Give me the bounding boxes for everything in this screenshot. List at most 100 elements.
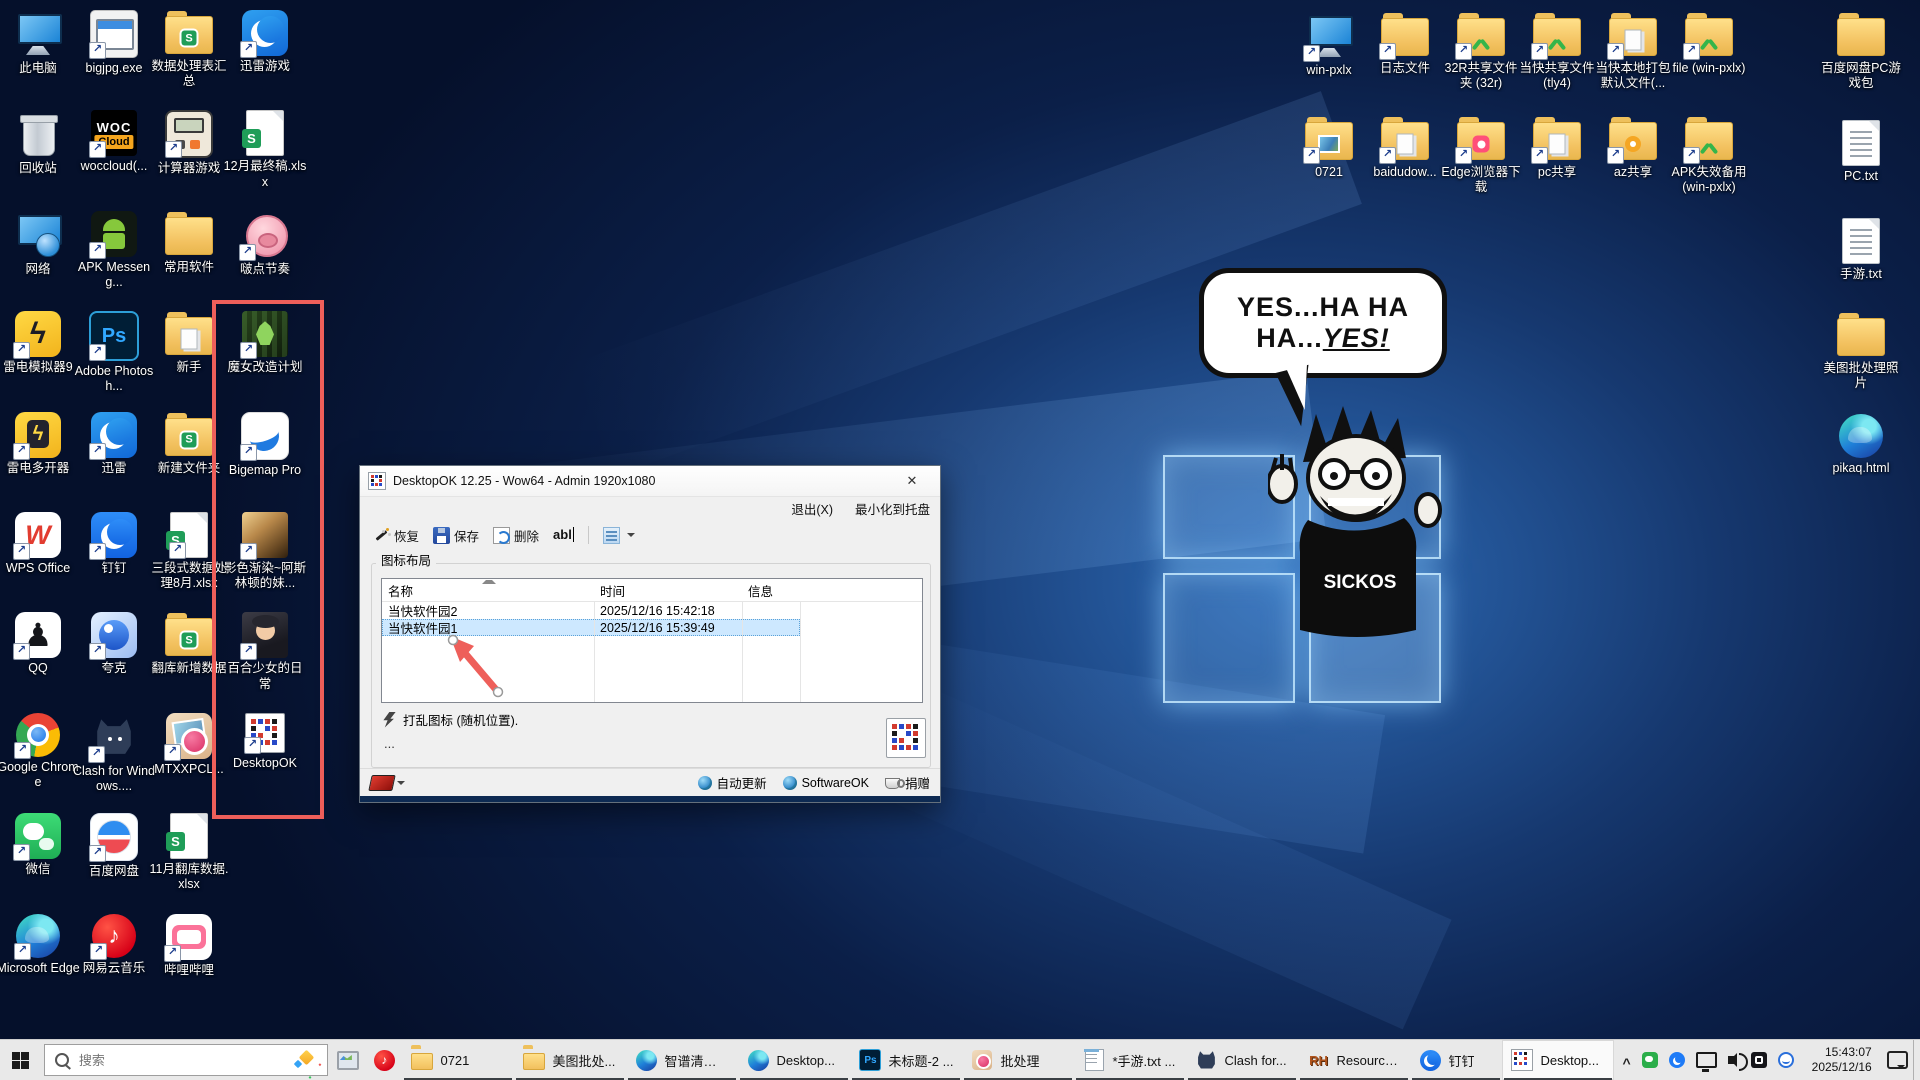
save-button[interactable]: 保存	[428, 523, 484, 548]
desktop-icon[interactable]: ↗迅雷游戏	[223, 10, 307, 74]
desktop-icon[interactable]: ↗Clash for Windows....	[72, 713, 156, 795]
desktop-icon[interactable]: 手游.txt	[1819, 218, 1903, 282]
desktop-icon[interactable]: 回收站	[0, 110, 80, 176]
desktop-icon[interactable]: ↗Edge浏览器下载	[1439, 116, 1523, 196]
wechat-tray-icon[interactable]	[1642, 1052, 1658, 1068]
action-center-button[interactable]	[1882, 1040, 1913, 1080]
taskbar-button[interactable]: Desktop...	[1502, 1040, 1614, 1080]
wechat-icon: ↗	[15, 813, 61, 859]
desktop-icon[interactable]: 常用软件	[147, 211, 231, 275]
desktop-icon[interactable]: ↗计算器游戏	[147, 110, 231, 176]
desktop-icon[interactable]: Ps↗Adobe Photosh...	[72, 311, 156, 395]
taskbar: ♪ 0721美图批处...智谱清言 ...Desktop...Ps未标题-2 .…	[0, 1039, 1920, 1080]
taskbar-search[interactable]	[44, 1044, 328, 1076]
desktop-icon[interactable]: ↗file (win-pxlx)	[1667, 12, 1751, 76]
volume-tray-icon[interactable]	[1728, 1056, 1734, 1064]
taskbar-button[interactable]: Desktop...	[738, 1040, 850, 1080]
shortcut-arrow-icon: ↗	[1607, 147, 1624, 164]
desktop-icon[interactable]: ↗日志文件	[1363, 12, 1447, 76]
view-dropdown-button[interactable]	[598, 524, 640, 547]
desktop-icon[interactable]: ↗baidudow...	[1363, 116, 1447, 180]
dingtalk-tray-icon[interactable]	[1669, 1052, 1685, 1068]
desktop-icon[interactable]: ↗夸克	[72, 612, 156, 676]
desktop-icon[interactable]: ↗0721	[1287, 116, 1371, 180]
desktop-icon[interactable]: ↗当快本地打包默认文件(...	[1591, 12, 1675, 92]
list-header[interactable]: 名称 时间 信息	[382, 579, 922, 602]
desktop-icon[interactable]: WOCCloud↗woccloud(...	[72, 110, 156, 174]
restore-button[interactable]: 恢复	[368, 523, 424, 548]
taskbar-button[interactable]: 美图批处...	[514, 1040, 626, 1080]
show-desktop-button[interactable]	[1913, 1040, 1920, 1080]
delete-button[interactable]: 删除	[488, 523, 544, 548]
desktop-icon[interactable]: ↗钉钉	[72, 512, 156, 576]
quark-icon: ↗	[91, 612, 137, 658]
desktop-icon[interactable]: ↗Google Chrome	[0, 713, 80, 791]
close-icon[interactable]: ✕	[892, 467, 932, 495]
desktop-icon[interactable]: ↗APK Messeng...	[72, 211, 156, 291]
desktop-icon[interactable]: 网络	[0, 211, 80, 277]
taskbar-button[interactable]: Clash for...	[1186, 1040, 1298, 1080]
desktop-icon[interactable]: ↗微信	[0, 813, 80, 877]
desktop-icon[interactable]: ↗Microsoft Edge	[0, 914, 80, 976]
desktop-icon[interactable]: ϟ↗雷电多开器	[0, 412, 80, 476]
taskbar-button[interactable]: 0721	[402, 1040, 514, 1080]
desktop-icon[interactable]: 此电脑	[0, 10, 80, 76]
more-ellipsis[interactable]: ...	[384, 736, 395, 751]
softwareok-link[interactable]: SoftwareOK	[783, 776, 869, 790]
desktop-icon[interactable]: S12月最终稿.xlsx	[223, 110, 307, 190]
desktop-icon[interactable]: ↗当快共享文件 (tly4)	[1515, 12, 1599, 92]
performance-monitor-icon	[337, 1051, 359, 1070]
doc-chip-icon	[1397, 134, 1414, 155]
desktop-icon[interactable]: ♟↗QQ	[0, 612, 80, 676]
desktop-icon[interactable]: ↗哔哩哔哩	[147, 914, 231, 978]
desktop-icon[interactable]: PC.txt	[1819, 120, 1903, 184]
taskbar-netease-button[interactable]: ♪	[366, 1040, 402, 1080]
notification-icon	[1887, 1051, 1908, 1069]
menu-minimize-to-tray[interactable]: 最小化到托盘	[855, 499, 930, 518]
desktop-icon-label: 11月翻库数据.xlsx	[147, 862, 231, 893]
display-tray-icon[interactable]	[1696, 1052, 1717, 1068]
layout-row[interactable]: 当快软件园22025/12/16 15:42:18	[382, 602, 800, 619]
desktop-icon[interactable]: ↗bigjpg.exe	[72, 10, 156, 76]
desktop-icon[interactable]: W↗WPS Office	[0, 512, 80, 576]
desktop-icon[interactable]: 美图批处理照片	[1819, 312, 1903, 392]
desktop-icon[interactable]: S11月翻库数据.xlsx	[147, 813, 231, 893]
start-button[interactable]	[0, 1040, 42, 1080]
desktop-icon[interactable]: ♪↗网易云音乐	[72, 914, 156, 976]
desktop-icon[interactable]: ↗32R共享文件夹 (32r)	[1439, 12, 1523, 92]
taskbar-button[interactable]: *手游.txt ...	[1074, 1040, 1186, 1080]
taskbar-button[interactable]: Ps未标题-2 ...	[850, 1040, 962, 1080]
desktop-icon[interactable]: ↗az共享	[1591, 116, 1675, 180]
desktop-icon[interactable]: ϟ↗雷电模拟器9	[0, 311, 80, 375]
taskbar-button[interactable]: 批处理	[962, 1040, 1074, 1080]
column-time[interactable]: 时间	[594, 581, 742, 600]
desktop-icon[interactable]: S数据处理表汇总	[147, 10, 231, 90]
chevron-down-icon[interactable]	[397, 781, 405, 785]
desktop-icon[interactable]: ↗迅雷	[72, 412, 156, 476]
desktop-icon[interactable]: ↗win-pxlx	[1287, 12, 1371, 78]
taskbar-button[interactable]: 智谱清言 ...	[626, 1040, 738, 1080]
ime-tray-icon[interactable]	[1751, 1052, 1767, 1068]
auto-update-link[interactable]: 自动更新	[698, 773, 767, 792]
desktop-icon[interactable]: pikaq.html	[1819, 414, 1903, 476]
taskbar-clock[interactable]: 15:43:07 2025/12/16	[1802, 1040, 1882, 1080]
desktop-icon[interactable]: 百度网盘PC游戏包	[1819, 12, 1903, 92]
search-input[interactable]	[77, 1052, 285, 1069]
tray-chevron-up-icon[interactable]: ^	[1622, 1055, 1630, 1071]
taskbar-button[interactable]: RHResource...	[1298, 1040, 1410, 1080]
ifly-tray-icon[interactable]	[1778, 1052, 1794, 1068]
taskbar-button[interactable]: 钉钉	[1410, 1040, 1502, 1080]
rename-button[interactable]: abl	[548, 524, 579, 547]
color-swatch[interactable]	[368, 775, 395, 791]
shuffle-icons-option[interactable]: 打乱图标 (随机位置).	[382, 710, 518, 729]
taskbar-monitor-widget[interactable]	[330, 1040, 366, 1080]
dingtalk-icon: ↗	[91, 512, 137, 558]
desktop-icon[interactable]: ↗pc共享	[1515, 116, 1599, 180]
column-info[interactable]: 信息	[742, 581, 800, 600]
donate-link[interactable]: 捐赠	[885, 773, 930, 792]
desktop-icon[interactable]: ↗啵点节奏	[223, 211, 307, 277]
menu-exit[interactable]: 退出(X)	[791, 499, 833, 518]
title-bar[interactable]: DesktopOK 12.25 - Wow64 - Admin 1920x108…	[360, 466, 940, 497]
desktop-icon[interactable]: ↗百度网盘	[72, 813, 156, 879]
desktop-icon[interactable]: ↗APK失效备用 (win-pxlx)	[1667, 116, 1751, 196]
